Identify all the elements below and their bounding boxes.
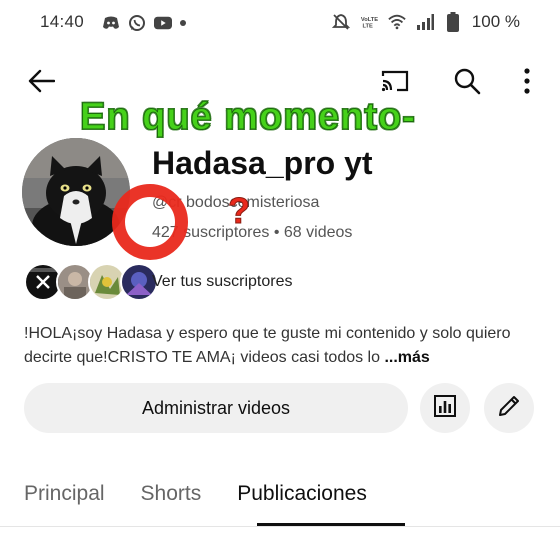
cast-icon[interactable]	[378, 64, 412, 98]
battery-icon	[444, 12, 462, 32]
svg-text:LTE: LTE	[362, 24, 373, 30]
battery-level: 100 %	[471, 12, 520, 31]
analytics-icon	[433, 394, 457, 423]
red-circle-annotation	[112, 184, 188, 260]
pencil-icon	[496, 393, 522, 424]
mute-icon	[331, 13, 350, 31]
volte-icon: VoLTE LTE	[360, 13, 378, 31]
tabs-divider	[0, 526, 560, 527]
overlay-caption: En qué momento-	[80, 96, 416, 139]
status-right-icons: VoLTE LTE 100 %	[331, 12, 520, 32]
video-count: 68 videos	[283, 224, 353, 241]
status-time: 14:40	[40, 12, 85, 31]
more-link[interactable]: ...más	[384, 349, 429, 366]
discord-icon	[102, 14, 120, 32]
svg-text:VoLTE: VoLTE	[361, 17, 378, 23]
description-text: !HOLA¡soy Hadasa y espero que te guste m…	[24, 325, 511, 366]
tab-principal[interactable]: Principal	[24, 482, 105, 506]
signal-icon	[416, 13, 434, 31]
analytics-button[interactable]	[420, 383, 470, 433]
search-icon[interactable]	[450, 64, 484, 98]
edit-channel-button[interactable]	[484, 383, 534, 433]
more-vertical-icon[interactable]	[510, 64, 544, 98]
subscriber-avatars[interactable]	[24, 263, 158, 301]
question-mark-annotation: ?	[228, 190, 251, 232]
status-left-icons	[102, 14, 186, 32]
channel-name: Hadasa_pro yt	[152, 145, 373, 181]
view-subscribers-link[interactable]: Ver tus suscriptores	[152, 273, 293, 291]
youtube-icon	[154, 14, 172, 32]
wifi-icon	[388, 13, 406, 31]
stats-separator: •	[273, 224, 280, 241]
dot-icon	[180, 20, 186, 26]
arrow-left-icon[interactable]	[24, 64, 58, 98]
tab-publicaciones[interactable]: Publicaciones	[237, 482, 367, 506]
tab-shorts[interactable]: Shorts	[141, 482, 202, 506]
manage-videos-button[interactable]: Administrar videos	[24, 383, 408, 433]
whatsapp-icon	[128, 14, 146, 32]
channel-description[interactable]: !HOLA¡soy Hadasa y espero que te guste m…	[24, 322, 536, 370]
channel-tabs: Principal Shorts Publicaciones	[24, 482, 403, 506]
